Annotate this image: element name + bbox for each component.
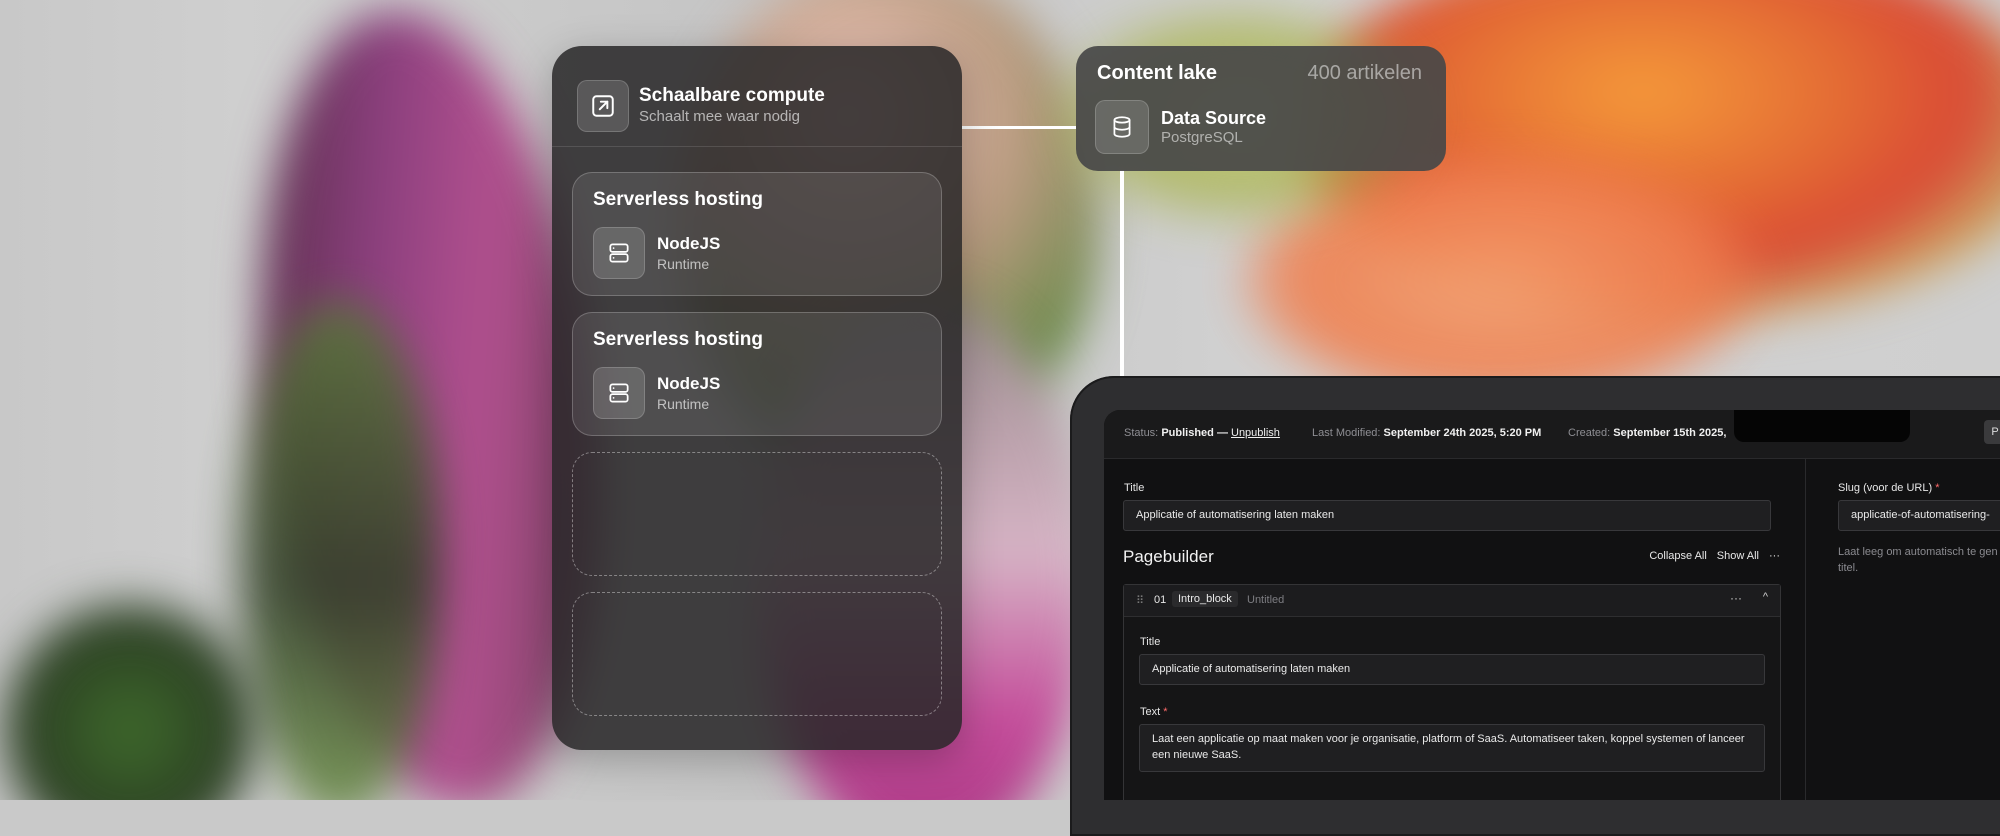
runtime-label: Runtime bbox=[657, 256, 710, 272]
more-icon[interactable]: ··· bbox=[1769, 550, 1780, 562]
block-more-icon[interactable]: ··· bbox=[1730, 591, 1742, 605]
hosting-card[interactable]: Serverless hosting NodeJS Runtime bbox=[572, 312, 942, 436]
pagebuilder-heading: Pagebuilder bbox=[1123, 547, 1214, 566]
content-lake-title: Content lake bbox=[1097, 62, 1218, 84]
modified-value: September 24th 2025, 5:20 PM bbox=[1383, 427, 1542, 439]
runtime-name: NodeJS bbox=[657, 234, 721, 253]
publish-button[interactable]: P bbox=[1984, 420, 2000, 444]
empty-slot[interactable] bbox=[572, 452, 942, 576]
runtime-name: NodeJS bbox=[657, 374, 721, 393]
article-count: 400 artikelen bbox=[1307, 62, 1422, 84]
server-icon bbox=[593, 367, 645, 419]
required-marker: * bbox=[1163, 706, 1168, 718]
editor-sidebar: Slug (voor de URL) * applicatie-of-autom… bbox=[1805, 458, 2000, 800]
divider bbox=[552, 146, 962, 147]
created-value: September 15th 2025, bbox=[1613, 427, 1727, 439]
compute-header: Schaalbare compute Schaalt mee waar nodi… bbox=[552, 46, 962, 136]
slug-label: Slug (voor de URL) * bbox=[1838, 482, 1940, 494]
block-title-input[interactable]: Applicatie of automatisering laten maken bbox=[1139, 654, 1765, 685]
status-label: Status: bbox=[1124, 427, 1159, 439]
connector-line bbox=[1120, 170, 1124, 380]
unpublish-link[interactable]: Unpublish bbox=[1231, 427, 1280, 439]
cms-screen: Status: Published — Unpublish Last Modif… bbox=[1104, 410, 2000, 800]
block-header[interactable]: ⠿ 01 Intro_block Untitled ··· ^ bbox=[1124, 585, 1780, 617]
status: Status: Published — Unpublish bbox=[1124, 427, 1280, 439]
content-lake-panel: Content lake 400 artikelen Data Source P… bbox=[1076, 46, 1446, 171]
database-icon bbox=[1095, 100, 1149, 154]
status-value: Published bbox=[1161, 427, 1214, 439]
block-name: Untitled bbox=[1247, 594, 1285, 606]
compute-panel: Schaalbare compute Schaalt mee waar nodi… bbox=[552, 46, 962, 750]
created-label: Created: bbox=[1568, 427, 1611, 439]
block-number: 01 bbox=[1154, 594, 1167, 606]
bg-blob bbox=[240, 300, 440, 800]
slug-hint: Laat leeg om automatisch te gen titel. bbox=[1838, 546, 1998, 574]
text-label: Text bbox=[1140, 706, 1161, 718]
block-type-badge: Intro_block bbox=[1172, 591, 1238, 607]
modified-label: Last Modified: bbox=[1312, 427, 1381, 439]
chevron-up-icon[interactable]: ^ bbox=[1763, 591, 1768, 603]
slug-input[interactable]: applicatie-of-automatisering- bbox=[1838, 500, 2000, 531]
compute-title: Schaalbare compute bbox=[639, 85, 825, 106]
hosting-card[interactable]: Serverless hosting NodeJS Runtime bbox=[572, 172, 942, 296]
empty-slot[interactable] bbox=[572, 592, 942, 716]
block-title-label: Title bbox=[1140, 636, 1161, 648]
collapse-all-button[interactable]: Collapse All bbox=[1649, 550, 1706, 562]
editor-main: Title Applicatie of automatisering laten… bbox=[1104, 458, 1804, 800]
runtime-label: Runtime bbox=[657, 396, 710, 412]
connector-line bbox=[962, 126, 1076, 129]
block-text-area[interactable]: Laat een applicatie op maat maken voor j… bbox=[1139, 724, 1765, 772]
bg-blob bbox=[0, 600, 260, 800]
title-label: Title bbox=[1124, 482, 1145, 494]
title-input[interactable]: Applicatie of automatisering laten maken bbox=[1123, 500, 1771, 531]
status-separator: — bbox=[1216, 427, 1228, 439]
compute-subtitle: Schaalt mee waar nodig bbox=[639, 108, 800, 125]
required-marker: * bbox=[1935, 482, 1940, 494]
intro-block: ⠿ 01 Intro_block Untitled ··· ^ Title Ap… bbox=[1123, 584, 1781, 800]
hosting-card-title: Serverless hosting bbox=[593, 329, 764, 350]
slug-label-text: Slug (voor de URL) bbox=[1838, 482, 1933, 494]
camera-notch bbox=[1734, 410, 1910, 442]
data-source-title: Data Source bbox=[1161, 108, 1267, 128]
external-link-icon bbox=[577, 80, 629, 132]
last-modified: Last Modified: September 24th 2025, 5:20… bbox=[1312, 427, 1541, 439]
created: Created: September 15th 2025, bbox=[1568, 427, 1726, 439]
data-source-type: PostgreSQL bbox=[1161, 129, 1243, 146]
drag-handle-icon[interactable]: ⠿ bbox=[1136, 594, 1144, 607]
server-icon bbox=[593, 227, 645, 279]
block-text-label: Text * bbox=[1140, 706, 1168, 718]
hosting-card-title: Serverless hosting bbox=[593, 189, 764, 210]
show-all-button[interactable]: Show All bbox=[1717, 550, 1759, 562]
